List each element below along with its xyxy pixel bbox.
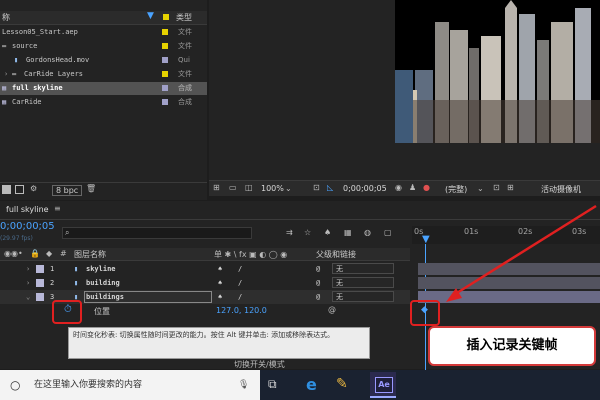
after-effects-icon: Ae: [375, 377, 393, 393]
after-effects-taskbar-button[interactable]: Ae: [370, 372, 396, 398]
edge-browser-icon[interactable]: e: [306, 375, 317, 394]
task-view-icon[interactable]: ⧉: [268, 377, 277, 392]
microphone-icon[interactable]: 🎙: [238, 370, 249, 400]
toggle-switches-modes-button[interactable]: 切换开关/模式: [234, 359, 285, 370]
stopwatch-tooltip: 时间变化秒表: 切换属性随时间更改的能力。按住 Alt 键并单击: 添加或移除表…: [68, 327, 370, 359]
taskbar-search-box[interactable]: ○ 在这里输入你要搜索的内容 🎙: [0, 370, 260, 400]
paint-app-icon[interactable]: ✎: [336, 376, 348, 392]
taskbar-search-input[interactable]: 在这里输入你要搜索的内容: [34, 370, 142, 400]
instruction-callout: 插入记录关键帧: [428, 326, 596, 366]
search-circle-icon: ○: [10, 378, 21, 392]
